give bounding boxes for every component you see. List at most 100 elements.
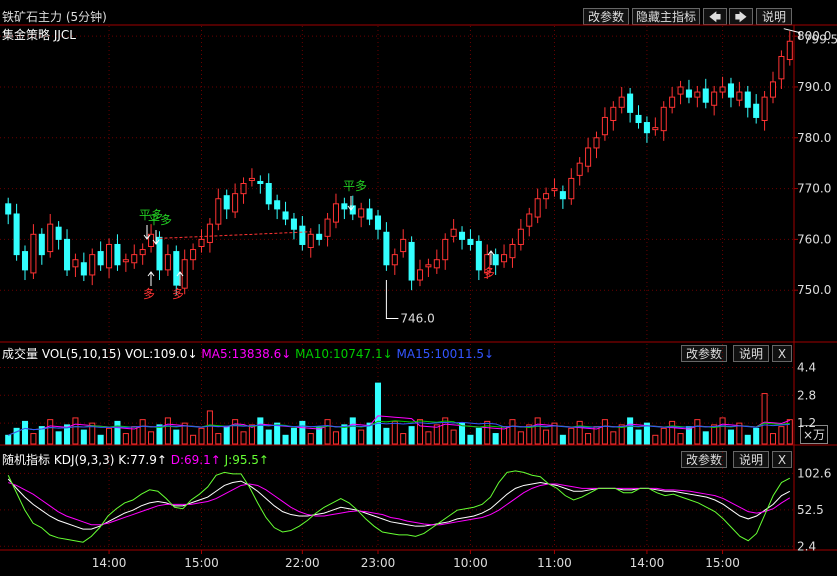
- candle-body: [719, 86, 726, 93]
- candle-body: [669, 96, 676, 108]
- candle-body: [240, 183, 247, 195]
- candle-body: [467, 238, 474, 245]
- candle-body: [122, 259, 129, 263]
- candle-body: [38, 233, 45, 256]
- kdj-j-line: [7, 470, 791, 543]
- arrow-down-icon: [143, 225, 151, 240]
- chart-canvas: 800.0790.0780.0770.0760.0750.0平多平多平多多 多多7…: [0, 24, 837, 570]
- candle-body: [316, 233, 323, 240]
- low-annotation: 746.0: [400, 312, 434, 326]
- volume-bar: [374, 382, 382, 445]
- volume-bar: [190, 434, 197, 445]
- candle-body: [543, 193, 550, 200]
- candle-body: [248, 177, 255, 181]
- kdj-tick-label: 102.6: [797, 466, 831, 480]
- volume-bar: [307, 433, 314, 445]
- candle-body: [442, 238, 449, 261]
- candle-body: [559, 191, 566, 200]
- volume-bar: [400, 433, 407, 445]
- volume-bar: [257, 417, 264, 445]
- volume-bar: [106, 427, 113, 445]
- volume-bar: [677, 433, 684, 445]
- candle-body: [677, 86, 684, 95]
- candle-body: [509, 243, 516, 259]
- time-tick-label: 10:00: [453, 556, 488, 570]
- volume-bar: [383, 427, 390, 445]
- candle-body: [265, 183, 272, 205]
- volume-bar: [761, 393, 768, 445]
- volume-bar: [299, 420, 306, 445]
- volume-tick-label: 1.2: [797, 416, 816, 430]
- arrow-up-icon: [147, 271, 155, 286]
- candle-body: [72, 259, 79, 268]
- close-long-signal: 平多: [343, 179, 367, 193]
- price-tick-label: 760.0: [797, 232, 831, 246]
- time-tick-label: 15:00: [705, 556, 740, 570]
- low-marker: [385, 280, 399, 320]
- candle-body: [173, 251, 180, 286]
- candle-body: [568, 177, 575, 200]
- candle-body: [181, 259, 188, 289]
- volume-bar: [240, 431, 247, 445]
- candle-body: [139, 249, 146, 256]
- candle-body: [366, 208, 373, 220]
- candle-body: [400, 238, 407, 253]
- candle-body: [64, 238, 71, 271]
- candle-body: [450, 228, 457, 237]
- volume-bar: [173, 429, 180, 445]
- candle-body: [106, 243, 113, 269]
- long-signal: 多: [483, 266, 495, 280]
- time-tick-label: 14:00: [92, 556, 127, 570]
- candle-body: [778, 55, 785, 80]
- candle-body: [635, 114, 642, 124]
- candle-body: [13, 213, 20, 256]
- price-tick-label: 750.0: [797, 283, 831, 297]
- volume-bar: [660, 427, 667, 445]
- volume-bar: [206, 410, 213, 445]
- volume-bar: [475, 427, 482, 445]
- volume-bar: [467, 434, 474, 445]
- candle-body: [206, 223, 213, 243]
- candle-body: [576, 162, 583, 176]
- time-tick-label: 14:00: [630, 556, 665, 570]
- candle-body: [307, 233, 314, 249]
- candle-body: [408, 241, 415, 281]
- candle-body: [492, 254, 499, 266]
- candle-body: [114, 243, 121, 266]
- candle-body: [358, 208, 365, 218]
- kdj-d-line: [8, 482, 791, 526]
- time-tick-label: 11:00: [537, 556, 572, 570]
- candle-body: [711, 91, 718, 106]
- volume-bar: [21, 420, 29, 445]
- candle-body: [80, 262, 87, 276]
- volume-bar: [265, 429, 272, 445]
- candle-body: [97, 251, 104, 266]
- candle-body: [332, 203, 339, 223]
- volume-bar: [282, 434, 289, 445]
- volume-bar: [601, 419, 608, 445]
- candle-body: [727, 83, 734, 98]
- volume-bar: [652, 434, 659, 445]
- volume-bar: [694, 419, 701, 445]
- candle-body: [551, 188, 558, 192]
- volume-bar: [568, 427, 575, 445]
- volume-bar: [585, 433, 592, 445]
- candle-body: [89, 254, 96, 276]
- candle-body: [383, 231, 390, 266]
- candle-body: [131, 254, 138, 264]
- candle-body: [391, 254, 398, 266]
- volume-bar: [517, 431, 524, 445]
- candle-body: [769, 81, 777, 98]
- candle-body: [618, 96, 625, 108]
- candle-body: [215, 198, 222, 225]
- time-tick-label: 23:00: [361, 556, 396, 570]
- volume-bar: [610, 431, 617, 445]
- candle-body: [585, 147, 592, 167]
- candle-body: [744, 91, 751, 108]
- volume-bar: [114, 420, 121, 445]
- candle-body: [685, 89, 692, 98]
- kdj-tick-label: 2.4: [797, 539, 816, 553]
- volume-bar: [484, 420, 491, 445]
- candle-body: [232, 193, 239, 213]
- time-tick-label: 22:00: [285, 556, 320, 570]
